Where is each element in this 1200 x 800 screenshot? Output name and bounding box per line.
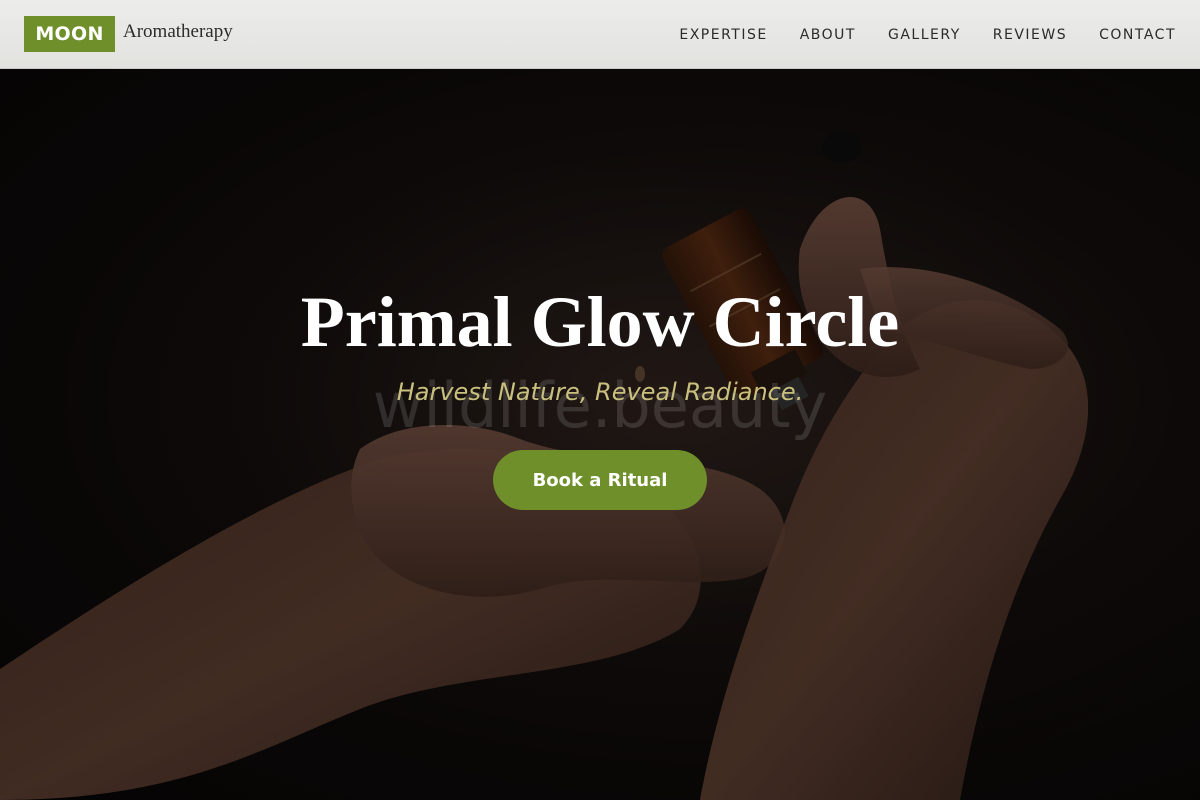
book-ritual-button[interactable]: Book a Ritual	[493, 450, 707, 510]
hero-title: Primal Glow Circle	[300, 282, 900, 362]
hero-subtitle: Harvest Nature, Reveal Radiance.	[396, 378, 804, 406]
logo-badge[interactable]: MOON	[24, 16, 115, 52]
nav-link-expertise[interactable]: EXPERTISE	[679, 27, 767, 43]
nav-link-about[interactable]: ABOUT	[800, 27, 856, 43]
main-nav: EXPERTISE ABOUT GALLERY REVIEWS CONTACT	[647, 0, 1176, 69]
hero-section: wildlife.beauty Primal Glow Circle Harve…	[0, 69, 1200, 800]
site-header: MOON Aromatherapy EXPERTISE ABOUT GALLER…	[0, 0, 1200, 69]
nav-link-reviews[interactable]: REVIEWS	[993, 27, 1067, 43]
nav-link-gallery[interactable]: GALLERY	[888, 27, 961, 43]
logo-text[interactable]: Aromatherapy	[123, 21, 233, 43]
nav-link-contact[interactable]: CONTACT	[1099, 27, 1176, 43]
